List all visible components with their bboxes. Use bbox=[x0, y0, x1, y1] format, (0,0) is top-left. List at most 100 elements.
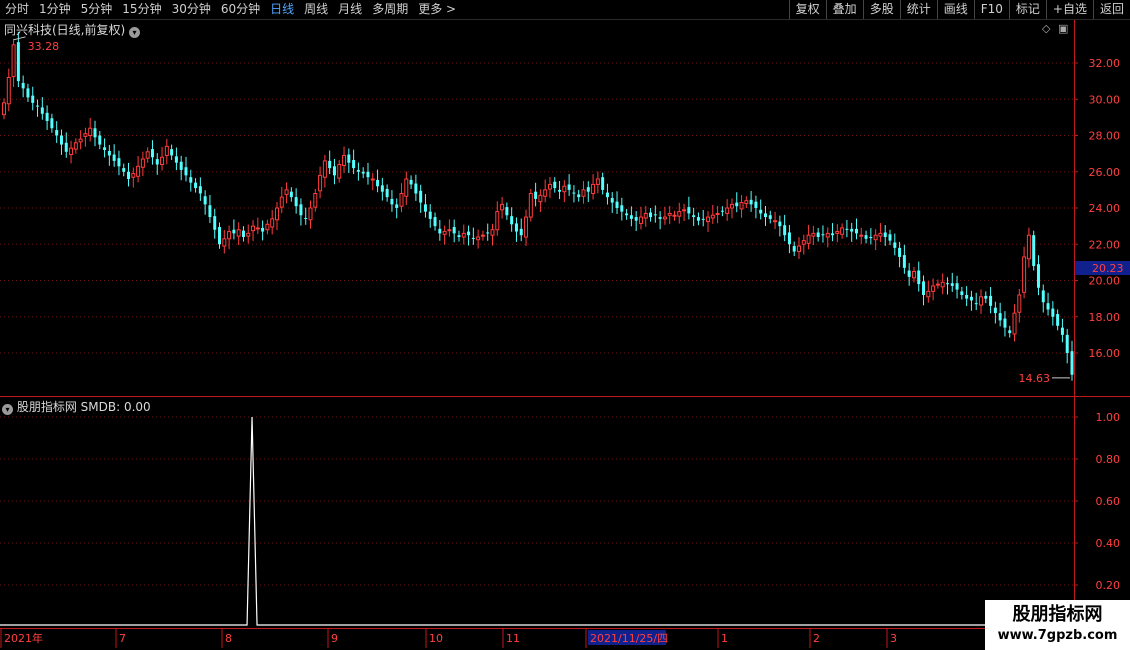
candle-body bbox=[638, 216, 643, 224]
candle-body bbox=[595, 178, 600, 185]
candle-body bbox=[701, 218, 705, 220]
dropdown-circle-icon[interactable]: ▾ bbox=[2, 404, 13, 415]
candle-body bbox=[543, 189, 548, 197]
candle-body bbox=[236, 229, 241, 237]
candle-body bbox=[1056, 314, 1060, 326]
indicator-tick-label: 0.20 bbox=[1096, 579, 1121, 592]
candle-body bbox=[610, 198, 614, 203]
candle-body bbox=[208, 205, 212, 218]
candle-body bbox=[442, 231, 447, 235]
candle-body bbox=[792, 246, 796, 252]
candle-body bbox=[45, 112, 49, 121]
candle-body bbox=[677, 211, 682, 217]
candle-body bbox=[69, 147, 74, 156]
candle-body bbox=[759, 209, 763, 214]
candle-body bbox=[979, 296, 984, 306]
candle-body bbox=[993, 307, 997, 314]
candle-body bbox=[246, 232, 251, 237]
candle-body bbox=[806, 234, 811, 244]
candle-body bbox=[878, 232, 883, 237]
candle-body bbox=[332, 166, 336, 176]
cursor-date-label: 2021/11/25/四 bbox=[590, 632, 668, 645]
kline-chart[interactable]: 32.00 30.00 28.00 26.00 24.00 22.00 20.00 18.00… bbox=[0, 0, 1130, 650]
candle-body bbox=[893, 242, 897, 248]
candle-body bbox=[337, 164, 342, 179]
candle-body bbox=[577, 194, 581, 198]
candle-body bbox=[313, 193, 318, 208]
indicator-title: 股朋指标网 SMDB: 0.00 bbox=[16, 400, 151, 414]
candle-body bbox=[510, 216, 514, 225]
candle-body bbox=[984, 295, 988, 299]
candle-body bbox=[907, 270, 911, 277]
candle-body bbox=[625, 213, 629, 216]
x-tick-label: 8 bbox=[225, 632, 232, 645]
candle-body bbox=[203, 196, 207, 205]
candle-body bbox=[763, 213, 767, 218]
candle-body bbox=[778, 221, 782, 227]
candle-body bbox=[864, 235, 868, 239]
candle-body bbox=[898, 247, 902, 257]
candle-body bbox=[160, 156, 165, 165]
candle-body bbox=[945, 283, 949, 285]
candle-body bbox=[361, 171, 365, 174]
price-tick-label: 22.00 bbox=[1089, 238, 1121, 251]
candle-body bbox=[174, 156, 178, 163]
candle-body bbox=[342, 154, 347, 166]
candle-body bbox=[1017, 294, 1022, 313]
price-tick-label: 30.00 bbox=[1089, 93, 1121, 106]
candle-body bbox=[423, 204, 427, 212]
candle-body bbox=[572, 192, 576, 194]
candle-body bbox=[409, 179, 413, 185]
candle-body bbox=[395, 204, 399, 208]
candle-body bbox=[103, 147, 107, 150]
candle-body bbox=[274, 207, 279, 221]
candle-body bbox=[251, 225, 256, 232]
layout-toggle-icon[interactable]: ▣ bbox=[1058, 22, 1068, 35]
candle-body bbox=[270, 218, 275, 228]
candle-body bbox=[729, 203, 734, 209]
candle-body bbox=[710, 214, 715, 219]
candle-body bbox=[1003, 318, 1007, 328]
candle-body bbox=[322, 160, 327, 178]
price-tick-label: 24.00 bbox=[1089, 202, 1121, 215]
candle-body bbox=[284, 189, 289, 195]
candle-body bbox=[352, 159, 356, 169]
dropdown-circle-icon[interactable]: ▾ bbox=[129, 27, 141, 38]
candle-body bbox=[347, 154, 351, 163]
candle-body bbox=[591, 183, 596, 194]
candle-body bbox=[850, 228, 854, 232]
x-tick-label: 10 bbox=[429, 632, 443, 645]
indicator-tick-label: 0.80 bbox=[1096, 453, 1121, 466]
candle-body bbox=[73, 142, 78, 150]
candle-body bbox=[471, 237, 475, 239]
candle-body bbox=[825, 232, 830, 238]
candle-body bbox=[1032, 235, 1036, 266]
candle-body bbox=[605, 192, 609, 198]
candle-body bbox=[629, 215, 633, 219]
candle-body bbox=[428, 211, 432, 219]
candle-body bbox=[888, 234, 892, 241]
candle-body bbox=[768, 215, 772, 219]
candle-body bbox=[112, 154, 116, 161]
candle-body bbox=[308, 207, 313, 221]
candle-body bbox=[255, 227, 260, 230]
candle-body bbox=[835, 231, 840, 234]
stock-title: 同兴科技(日线,前复权) bbox=[4, 23, 126, 37]
diamond-icon[interactable]: ◇ bbox=[1042, 22, 1050, 35]
indicator-tick-label: 0.40 bbox=[1096, 537, 1121, 550]
candle-body bbox=[328, 160, 332, 169]
candle-body bbox=[538, 194, 543, 203]
candle-body bbox=[969, 296, 973, 301]
candle-body bbox=[989, 295, 993, 306]
candle-body bbox=[692, 215, 696, 218]
x-tick-label: 11 bbox=[506, 632, 520, 645]
candle-body bbox=[265, 223, 270, 231]
candle-body bbox=[304, 217, 308, 219]
candle-body bbox=[601, 177, 605, 190]
candle-body bbox=[586, 187, 590, 192]
candle-body bbox=[524, 216, 529, 238]
x-tick-label: 2 bbox=[813, 632, 820, 645]
candle-body bbox=[213, 216, 217, 230]
candle-body bbox=[83, 133, 88, 137]
indicator-tick-label: 1.00 bbox=[1096, 411, 1121, 424]
